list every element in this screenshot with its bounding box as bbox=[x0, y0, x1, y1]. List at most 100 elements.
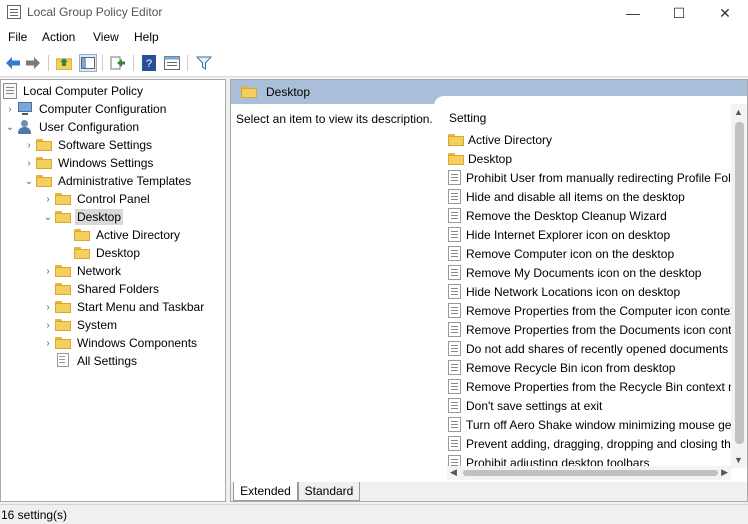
policy-setting-icon bbox=[448, 265, 461, 280]
list-item-label: Remove Properties from the Recycle Bin c… bbox=[466, 379, 739, 394]
chevron-right-icon[interactable]: › bbox=[41, 190, 55, 208]
chevron-right-icon[interactable]: › bbox=[3, 100, 17, 118]
list-item-setting[interactable]: Do not add shares of recently opened doc… bbox=[448, 339, 735, 358]
scroll-left-icon[interactable]: ◀ bbox=[450, 467, 457, 478]
tab-standard[interactable]: Standard bbox=[298, 482, 360, 501]
list-item-setting[interactable]: Hide Internet Explorer icon on desktop bbox=[448, 225, 670, 244]
list-item-setting[interactable]: Prohibit adjusting desktop toolbars bbox=[448, 453, 649, 466]
list-item-setting[interactable]: Hide Network Locations icon on desktop bbox=[448, 282, 680, 301]
horizontal-scrollbar[interactable]: ◀ ▶ bbox=[447, 466, 731, 480]
list-item-label: Remove My Documents icon on the desktop bbox=[466, 265, 702, 280]
folder-icon bbox=[55, 337, 71, 349]
tree-item-user-configuration[interactable]: ⌄ User Configuration bbox=[3, 118, 141, 136]
folder-icon bbox=[241, 86, 257, 98]
folder-icon bbox=[55, 265, 71, 277]
menu-file[interactable]: File bbox=[8, 30, 27, 44]
list-item-setting[interactable]: Don't save settings at exit bbox=[448, 396, 602, 415]
menu-help[interactable]: Help bbox=[134, 30, 159, 44]
settings-list: Setting Active Directory Desktop Prohibit … bbox=[434, 96, 747, 466]
help-icon[interactable]: ? bbox=[140, 54, 158, 72]
scroll-down-icon[interactable]: ▼ bbox=[734, 455, 743, 465]
menu-action[interactable]: Action bbox=[42, 30, 75, 44]
list-item-setting[interactable]: Turn off Aero Shake window minimizing mo… bbox=[448, 415, 731, 434]
list-item-folder[interactable]: Active Directory bbox=[448, 130, 552, 149]
tree-item-shared-folders[interactable]: Shared Folders bbox=[41, 280, 161, 298]
list-item-label: Turn off Aero Shake window minimizing mo… bbox=[466, 417, 732, 432]
tree-item-windows-components[interactable]: › Windows Components bbox=[41, 334, 199, 352]
export-list-icon[interactable] bbox=[109, 54, 127, 72]
menu-view[interactable]: View bbox=[93, 30, 119, 44]
horizontal-scroll-thumb[interactable] bbox=[463, 470, 718, 476]
list-item-setting[interactable]: Remove Properties from the Documents ico… bbox=[448, 320, 731, 339]
tab-extended[interactable]: Extended bbox=[233, 482, 298, 501]
column-header-setting[interactable]: Setting bbox=[449, 111, 486, 125]
tree-item-label: Local Computer Policy bbox=[23, 84, 144, 98]
tree-item-start-menu[interactable]: › Start Menu and Taskbar bbox=[41, 298, 206, 316]
list-item-setting[interactable]: Remove Recycle Bin icon from desktop bbox=[448, 358, 675, 377]
list-item-setting[interactable]: Remove Properties from the Computer icon… bbox=[448, 301, 736, 320]
policy-setting-icon bbox=[448, 398, 461, 413]
policy-setting-icon bbox=[448, 417, 461, 432]
list-item-setting[interactable]: Remove Computer icon on the desktop bbox=[448, 244, 674, 263]
chevron-right-icon[interactable]: › bbox=[41, 298, 55, 316]
chevron-right-icon[interactable]: › bbox=[22, 154, 36, 172]
list-item-setting[interactable]: Remove the Desktop Cleanup Wizard bbox=[448, 206, 667, 225]
tree-item-software-settings[interactable]: › Software Settings bbox=[22, 136, 154, 154]
scroll-right-icon[interactable]: ▶ bbox=[721, 467, 728, 478]
chevron-down-icon[interactable]: ⌄ bbox=[41, 208, 55, 226]
scroll-up-icon[interactable]: ▲ bbox=[734, 107, 743, 117]
chevron-right-icon[interactable]: › bbox=[22, 136, 36, 154]
policy-editor-icon bbox=[7, 5, 21, 19]
list-item-setting[interactable]: Prevent adding, dragging, dropping and c… bbox=[448, 434, 731, 453]
list-item-setting[interactable]: Remove My Documents icon on the desktop bbox=[448, 263, 701, 282]
list-item-setting[interactable]: Remove Properties from the Recycle Bin c… bbox=[448, 377, 738, 396]
list-item-label: Prevent adding, dragging, dropping and c… bbox=[466, 436, 731, 451]
status-text: 16 setting(s) bbox=[1, 508, 68, 522]
filter-icon[interactable] bbox=[195, 54, 213, 72]
policy-setting-icon bbox=[448, 303, 461, 318]
toolbar-separator bbox=[187, 55, 188, 71]
tree-item-control-panel[interactable]: › Control Panel bbox=[41, 190, 152, 208]
policy-setting-icon bbox=[448, 455, 461, 466]
list-item-label: Do not add shares of recently opened doc… bbox=[466, 341, 735, 356]
close-button[interactable]: ✕ bbox=[702, 0, 748, 26]
maximize-button[interactable]: ☐ bbox=[656, 0, 702, 26]
tree-item-label: Start Menu and Taskbar bbox=[77, 300, 205, 314]
policy-setting-icon bbox=[448, 189, 461, 204]
arrow-right-icon[interactable] bbox=[24, 54, 42, 72]
tree-item-system[interactable]: › System bbox=[41, 316, 119, 334]
tree-item-administrative-templates[interactable]: ⌄ Administrative Templates bbox=[22, 172, 193, 190]
toolbar-separator bbox=[48, 55, 49, 71]
vertical-scrollbar[interactable]: ▲ ▼ bbox=[731, 104, 747, 468]
tree-item-network[interactable]: › Network bbox=[41, 262, 123, 280]
minimize-button[interactable]: — bbox=[610, 0, 656, 26]
list-item-label: Hide and disable all items on the deskto… bbox=[466, 189, 685, 204]
folder-icon bbox=[55, 283, 71, 295]
tree-item-computer-configuration[interactable]: › Computer Configuration bbox=[3, 100, 168, 118]
properties-icon[interactable] bbox=[163, 54, 181, 72]
tree-item-windows-settings[interactable]: › Windows Settings bbox=[22, 154, 155, 172]
tree-item-label: All Settings bbox=[77, 354, 138, 368]
list-item-setting[interactable]: Hide and disable all items on the deskto… bbox=[448, 187, 685, 206]
chevron-right-icon[interactable]: › bbox=[41, 262, 55, 280]
list-item-label: Prohibit User from manually redirecting … bbox=[466, 170, 731, 185]
folder-up-icon[interactable] bbox=[55, 54, 73, 72]
tree-item-all-settings[interactable]: All Settings bbox=[41, 352, 139, 370]
list-item-folder[interactable]: Desktop bbox=[448, 149, 512, 168]
tree-item-desktop-child[interactable]: Desktop bbox=[60, 244, 142, 262]
tree-item-desktop[interactable]: ⌄ Desktop bbox=[41, 208, 124, 226]
toolbar-separator bbox=[102, 55, 103, 71]
chevron-down-icon[interactable]: ⌄ bbox=[22, 172, 36, 190]
list-item-label: Remove Properties from the Computer icon… bbox=[466, 303, 737, 318]
tree-item-label: Windows Components bbox=[77, 336, 198, 350]
tree-item-local-computer-policy[interactable]: Local Computer Policy bbox=[3, 82, 145, 100]
chevron-down-icon[interactable]: ⌄ bbox=[3, 118, 17, 136]
console-tree-icon[interactable] bbox=[79, 54, 97, 72]
arrow-left-icon[interactable] bbox=[4, 54, 22, 72]
folder-icon bbox=[55, 319, 71, 331]
chevron-right-icon[interactable]: › bbox=[41, 334, 55, 352]
list-item-setting[interactable]: Prohibit User from manually redirecting … bbox=[448, 168, 731, 187]
vertical-scroll-thumb[interactable] bbox=[735, 122, 744, 444]
chevron-right-icon[interactable]: › bbox=[41, 316, 55, 334]
tree-item-active-directory[interactable]: Active Directory bbox=[60, 226, 182, 244]
